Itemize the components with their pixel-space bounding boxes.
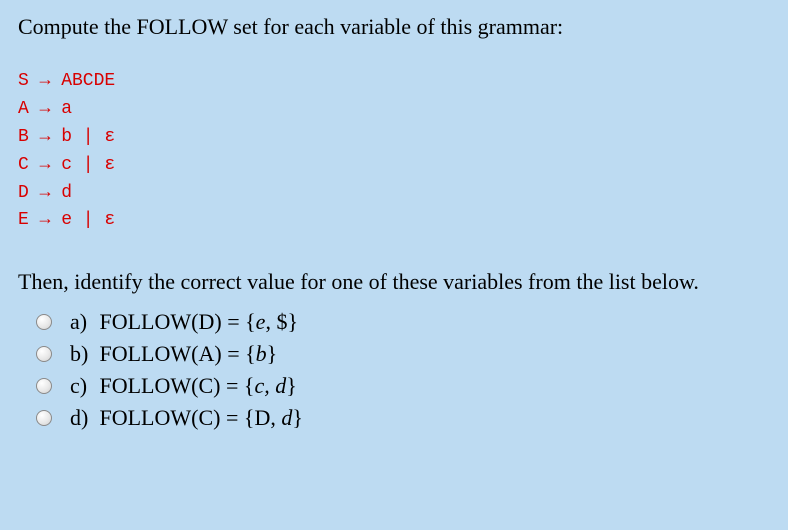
grammar-line: B → b | ε [18, 127, 115, 147]
option-after: } [286, 373, 297, 398]
option-italic: e [256, 309, 266, 334]
option-before: FOLLOW(D) = { [100, 309, 256, 334]
option-text: d) FOLLOW(C) = {D, d} [70, 405, 303, 431]
options-list: a) FOLLOW(D) = {e, $} b) FOLLOW(A) = {b}… [18, 309, 770, 431]
option-letter: a) [70, 309, 94, 335]
option-b[interactable]: b) FOLLOW(A) = {b} [36, 341, 770, 367]
option-before: FOLLOW(C) = { [100, 373, 255, 398]
grammar-line: A → a [18, 99, 72, 119]
radio-icon[interactable] [36, 314, 52, 330]
option-before: FOLLOW(C) = {D, [100, 405, 282, 430]
grammar-block: S → ABCDE A → a B → b | ε C → c | ε D → … [18, 68, 770, 235]
option-text: a) FOLLOW(D) = {e, $} [70, 309, 298, 335]
option-italic: c, d [254, 373, 286, 398]
question-intro: Compute the FOLLOW set for each variable… [18, 14, 770, 40]
option-letter: b) [70, 341, 94, 367]
option-letter: c) [70, 373, 94, 399]
grammar-line: E → e | ε [18, 210, 115, 230]
option-d[interactable]: d) FOLLOW(C) = {D, d} [36, 405, 770, 431]
question-followup: Then, identify the correct value for one… [18, 267, 770, 297]
radio-icon[interactable] [36, 346, 52, 362]
grammar-line: D → d [18, 183, 72, 203]
radio-icon[interactable] [36, 410, 52, 426]
option-text: b) FOLLOW(A) = {b} [70, 341, 277, 367]
option-after: , $} [265, 309, 298, 334]
radio-icon[interactable] [36, 378, 52, 394]
option-before: FOLLOW(A) = { [100, 341, 256, 366]
option-letter: d) [70, 405, 94, 431]
grammar-line: S → ABCDE [18, 71, 115, 91]
grammar-line: C → c | ε [18, 155, 115, 175]
option-after: } [292, 405, 303, 430]
option-italic: b [256, 341, 267, 366]
option-text: c) FOLLOW(C) = {c, d} [70, 373, 297, 399]
option-a[interactable]: a) FOLLOW(D) = {e, $} [36, 309, 770, 335]
option-c[interactable]: c) FOLLOW(C) = {c, d} [36, 373, 770, 399]
option-italic: d [281, 405, 292, 430]
option-after: } [267, 341, 278, 366]
